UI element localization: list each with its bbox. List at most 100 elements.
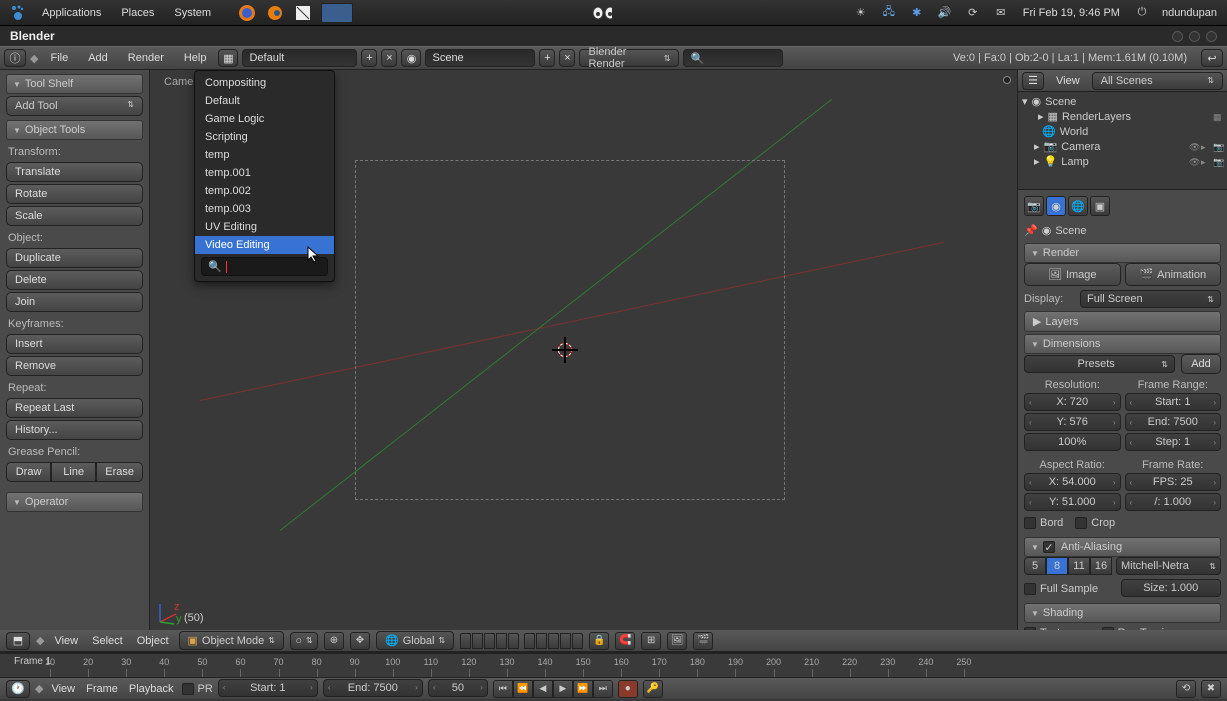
duplicate-button[interactable]: Duplicate [6,248,143,268]
current-frame-field[interactable]: ‹50› [428,679,488,697]
clock[interactable]: Fri Feb 19, 9:46 PM [1015,7,1128,19]
pin-icon[interactable]: 📌 [1024,224,1038,237]
add-preset-button[interactable]: Add [1181,354,1221,374]
context-render-icon[interactable]: 📷 [1024,196,1044,216]
add-scene-button[interactable]: + [539,49,555,67]
render-animation-button[interactable]: 🎬Animation [1125,263,1222,286]
tray-mail-icon[interactable]: ✉ [991,3,1011,23]
firefox-icon[interactable] [237,3,257,23]
context-world-icon[interactable]: 🌐 [1068,196,1088,216]
object-tools-header[interactable]: Object Tools [6,120,143,140]
dropdown-search[interactable]: 🔍 [201,257,328,276]
filter-size-field[interactable]: Size: 1.000 [1121,579,1222,597]
render-engine-select[interactable]: Blender Render⇅ [579,49,679,67]
opengl-anim-button[interactable]: 🎬 [693,632,713,650]
rotate-button[interactable]: Rotate [6,184,143,204]
timeline[interactable]: Frame 1 10203040506070809010011012013014… [0,653,1227,677]
back-to-previous-button[interactable]: ↩ [1201,49,1223,67]
orientation-select[interactable]: 🌐Global⇅ [376,631,454,650]
dropdown-item-scripting[interactable]: Scripting [195,128,334,146]
outliner-camera[interactable]: ▸📷Camera👁▸📷 [1020,139,1225,154]
res-pct-field[interactable]: 100% [1024,433,1121,451]
timeline-editor-icon[interactable]: 🕐 [6,680,30,698]
render-header[interactable]: Render [1024,243,1221,263]
maximize-button[interactable] [1189,31,1200,42]
del-screen-button[interactable]: × [381,49,397,67]
remove-keyframe-button[interactable]: Remove [6,356,143,376]
gp-erase-button[interactable]: Erase [96,462,143,482]
dropdown-item-video-editing[interactable]: Video Editing [195,236,334,254]
add-screen-button[interactable]: + [361,49,377,67]
aa-5-button[interactable]: 5 [1024,557,1046,575]
outliner-lamp[interactable]: ▸💡Lamp👁▸📷 [1020,154,1225,169]
play-reverse-button[interactable]: ◀ [533,680,553,698]
manipulator-toggle[interactable]: ✥ [350,632,370,650]
aa-11-button[interactable]: 11 [1068,557,1090,575]
jump-start-button[interactable]: ⏮ [493,680,513,698]
next-keyframe-button[interactable]: ⏩ [573,680,593,698]
aa-filter-select[interactable]: Mitchell-Netra⇅ [1116,557,1221,575]
aspect-y-field[interactable]: ‹Y: 51.000› [1024,493,1121,511]
outliner-world[interactable]: 🌐World [1020,124,1225,139]
tray-bluetooth-icon[interactable]: ✱ [907,3,927,23]
aa-8-button[interactable]: 8 [1046,557,1068,575]
end-frame-field[interactable]: ‹End: 7500› [323,679,423,697]
fps-field[interactable]: ‹FPS: 25› [1125,473,1222,491]
display-mode-select[interactable]: Full Screen⇅ [1080,290,1221,308]
tray-volume-icon[interactable]: 🔊 [935,3,955,23]
history-button[interactable]: History... [6,420,143,440]
operator-header[interactable]: Operator [6,492,143,512]
del-scene-button[interactable]: × [559,49,575,67]
menu-file[interactable]: File [42,49,76,67]
antialiasing-header[interactable]: ✓Anti-Aliasing [1024,537,1221,557]
opengl-render-button[interactable]: 🖼 [667,632,687,650]
tray-weather-icon[interactable]: ☀ [851,3,871,23]
blender-launcher-icon[interactable] [265,3,285,23]
frame-end-field[interactable]: ‹End: 7500› [1125,413,1222,431]
lock-camera-button[interactable]: 🔒 [589,632,609,650]
keying-set-select[interactable]: 🔑 [643,680,663,698]
outliner-renderlayers[interactable]: ▸▦RenderLayers▦ [1020,109,1225,124]
frame-step-field[interactable]: ‹Step: 1› [1125,433,1222,451]
mode-select[interactable]: ▣Object Mode⇅ [179,631,284,650]
res-y-field[interactable]: ‹Y: 576› [1024,413,1121,431]
dropdown-item-temp003[interactable]: temp.003 [195,200,334,218]
translate-button[interactable]: Translate [6,162,143,182]
app-icon[interactable] [293,3,313,23]
user-menu[interactable]: ndundupan [1156,7,1223,19]
gp-draw-button[interactable]: Draw [6,462,51,482]
gp-line-button[interactable]: Line [51,462,96,482]
delete-button[interactable]: Delete [6,270,143,290]
auto-keyframe-button[interactable]: ● [618,680,638,698]
scene-field[interactable]: Scene [425,49,535,67]
shading-mode-select[interactable]: ○⇅ [290,632,318,650]
applications-menu[interactable]: Applications [32,7,111,19]
timeline-view-menu[interactable]: View [48,683,78,695]
play-button[interactable]: ▶ [553,680,573,698]
system-menu[interactable]: System [164,7,221,19]
dropdown-item-temp002[interactable]: temp.002 [195,182,334,200]
render-image-button[interactable]: 🖼Image [1024,263,1121,286]
context-scene-icon[interactable]: ◉ [1046,196,1066,216]
outliner-view-menu[interactable]: View [1048,72,1088,90]
3dview-object-menu[interactable]: Object [133,635,173,647]
menu-render[interactable]: Render [120,49,172,67]
dropdown-search-input[interactable] [226,261,326,273]
3dview-select-menu[interactable]: Select [88,635,127,647]
res-x-field[interactable]: ‹X: 720› [1024,393,1121,411]
full-sample-checkbox[interactable]: Full Sample [1024,579,1115,599]
textures-checkbox[interactable]: ✓Textures [1024,625,1082,630]
dropdown-item-game-logic[interactable]: Game Logic [195,110,334,128]
minimize-button[interactable] [1172,31,1183,42]
menu-help[interactable]: Help [176,49,215,67]
menu-add[interactable]: Add [80,49,116,67]
aa-16-button[interactable]: 16 [1090,557,1112,575]
search-field[interactable]: 🔍 [683,49,783,67]
timeline-playback-menu[interactable]: Playback [126,683,177,695]
3dview-editor-icon[interactable]: ⬒ [6,632,30,650]
pivot-select[interactable]: ⊕ [324,632,344,650]
border-checkbox[interactable]: Bord [1024,515,1063,531]
join-button[interactable]: Join [6,292,143,312]
fps-base-field[interactable]: ‹/: 1.000› [1125,493,1222,511]
insert-keyframe-button[interactable]: Insert [6,334,143,354]
